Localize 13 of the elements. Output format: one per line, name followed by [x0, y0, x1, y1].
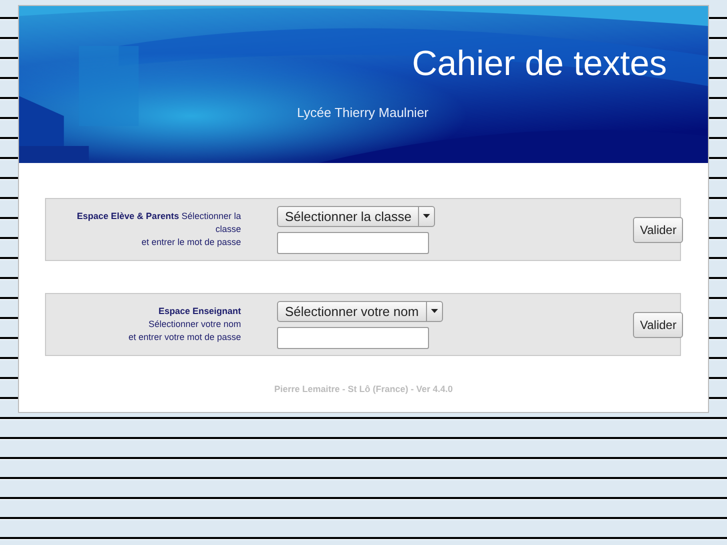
school-name: Lycée Thierry Maulnier — [297, 105, 428, 120]
login-instructions: Espace Elève & Parents Sélectionner la classe et entrer le mot de passe — [76, 210, 241, 249]
password-field[interactable] — [277, 232, 429, 254]
caret-icon — [430, 309, 438, 313]
footer-credits: Pierre Lemaitre - St Lô (France) - Ver 4.4.0 — [273, 384, 454, 394]
login-instructions: Espace Enseignant Sélectionner votre nom et entrer votre mot de passe — [127, 305, 241, 344]
validate-button[interactable]: Valider — [633, 216, 684, 242]
select-dropdown[interactable]: Sélectionner votre nom — [277, 300, 443, 322]
password-field[interactable] — [277, 326, 429, 348]
page-title: Cahier de textes — [412, 44, 667, 84]
validate-button[interactable]: Valider — [633, 312, 684, 338]
caret-icon — [423, 214, 430, 218]
select-dropdown[interactable]: Sélectionner la classe — [277, 206, 436, 226]
